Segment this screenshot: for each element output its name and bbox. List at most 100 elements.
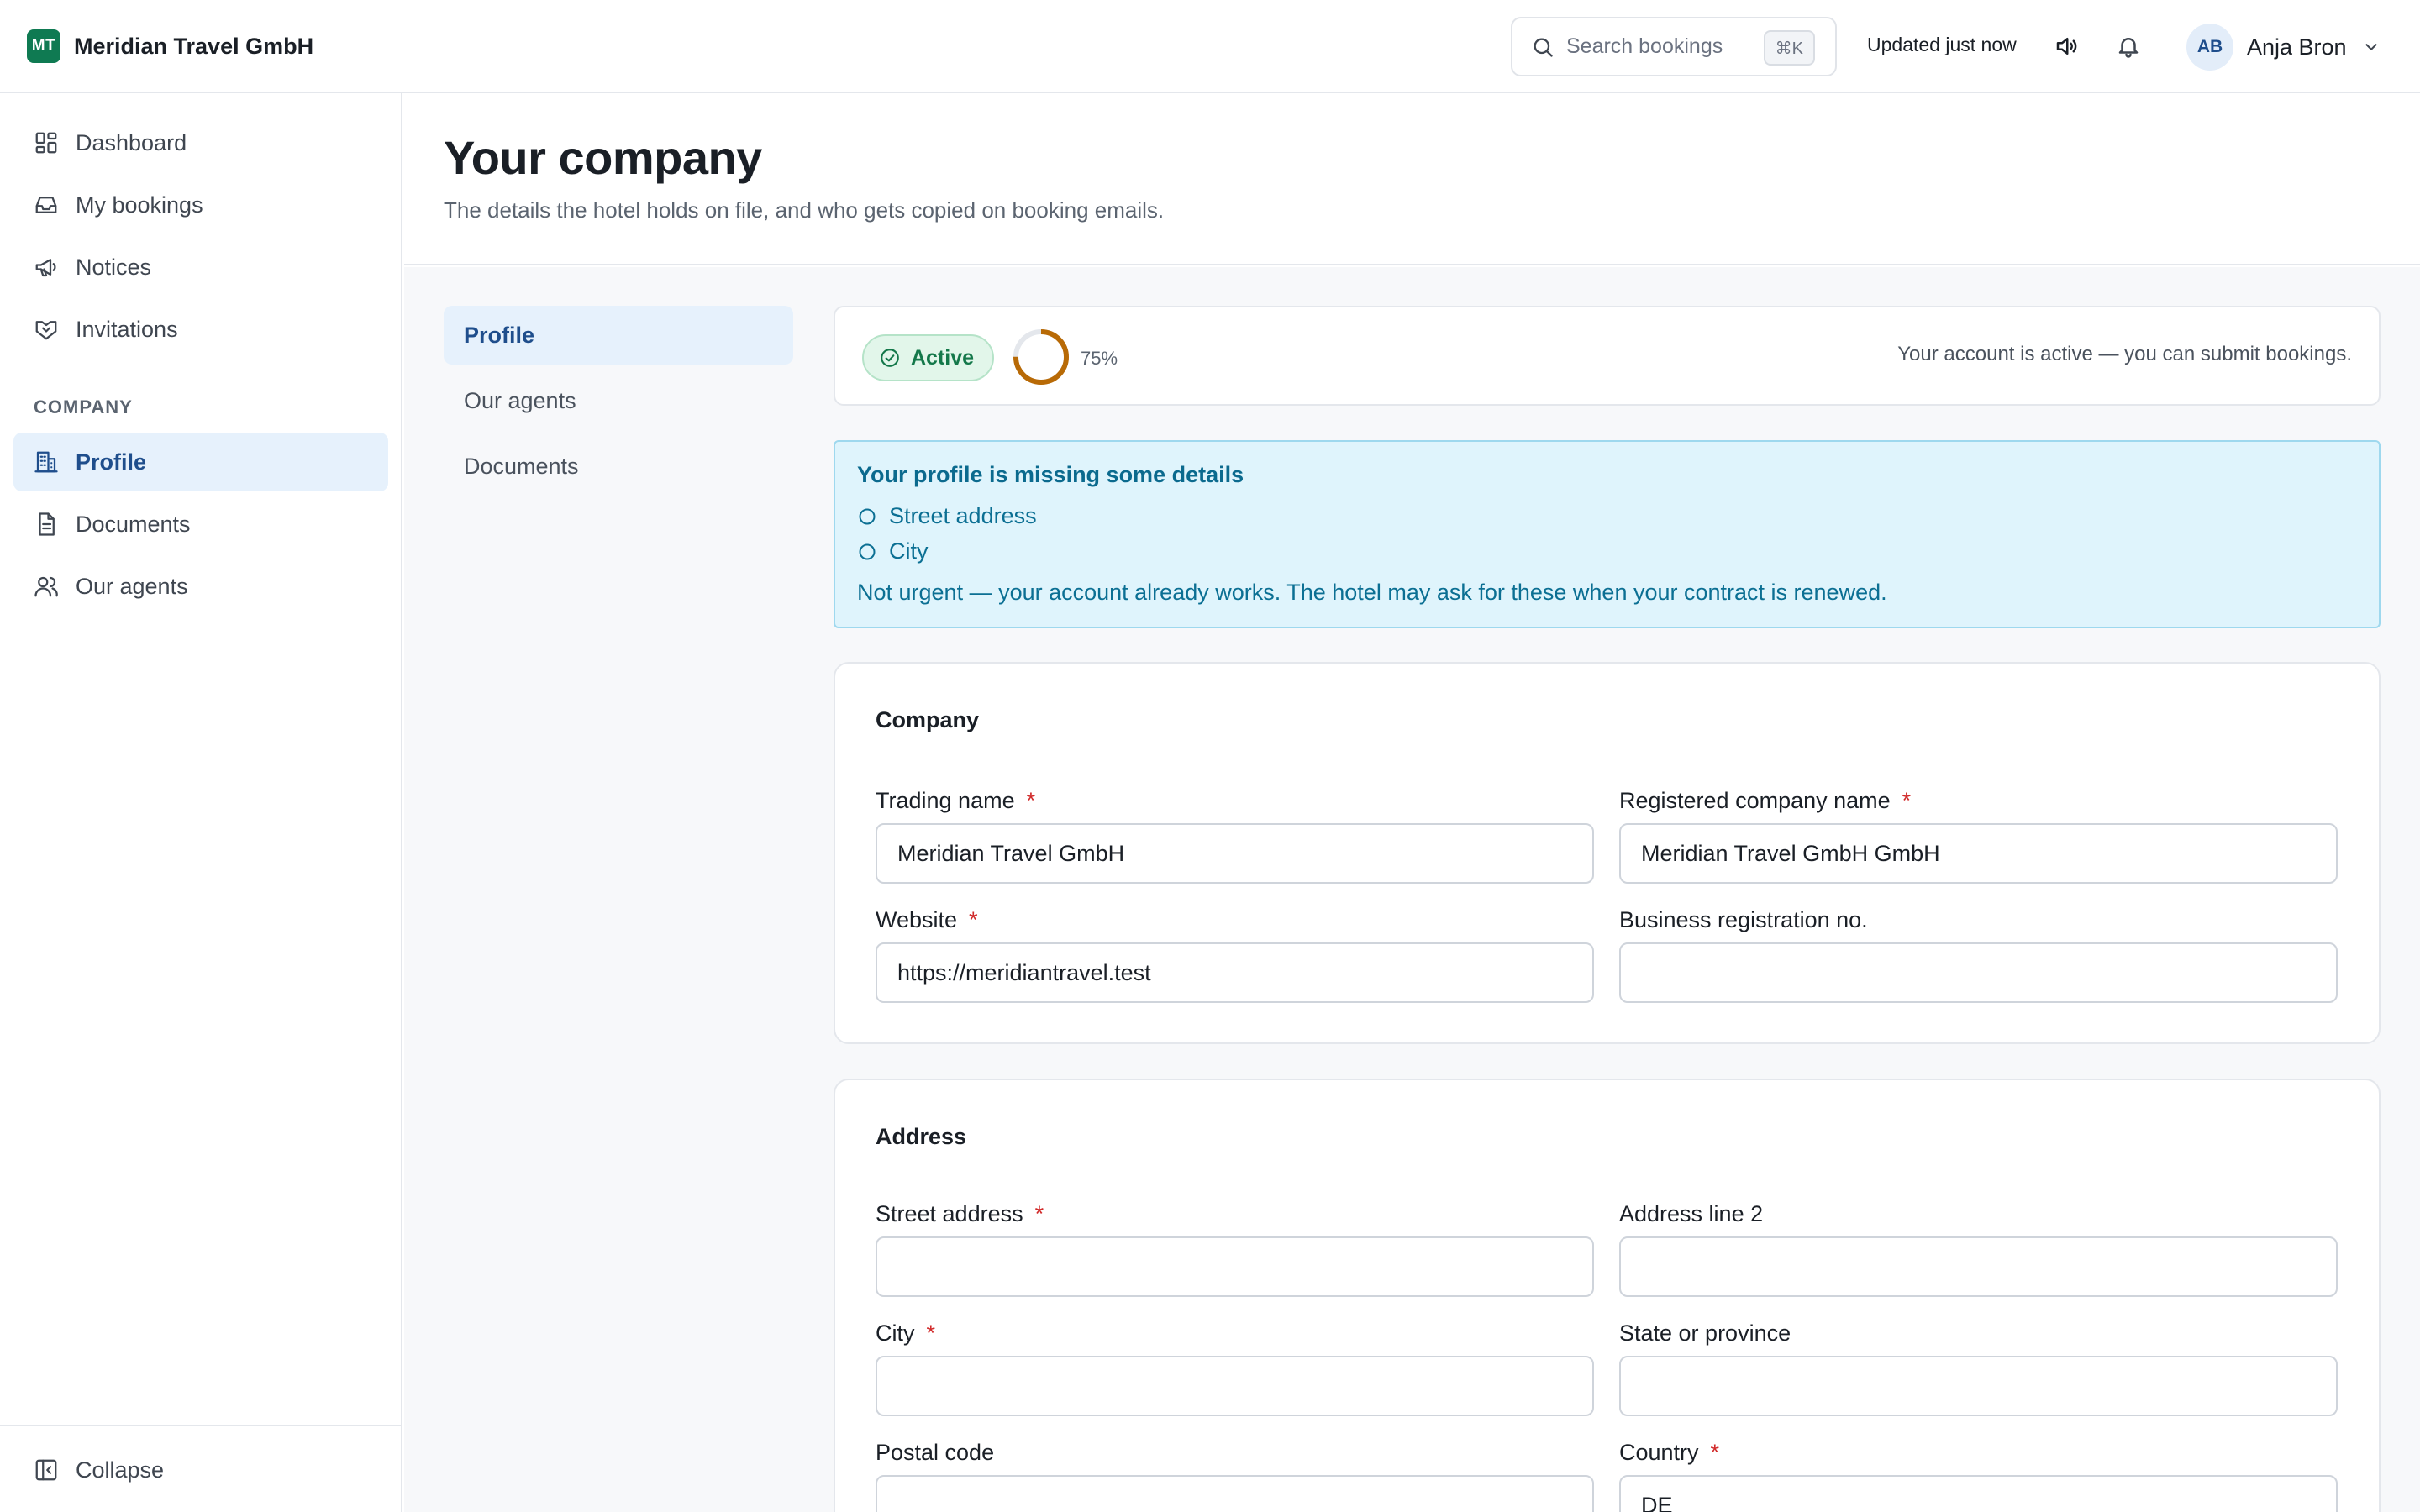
address-line-2-input[interactable] — [1619, 1236, 2338, 1297]
building-icon — [34, 449, 59, 475]
page-header: Your company The details the hotel holds… — [404, 93, 2420, 265]
alert-item-city: City — [857, 538, 929, 564]
state-input[interactable] — [1619, 1356, 2338, 1416]
subnav-tab-our-agents[interactable]: Our agents — [444, 371, 793, 430]
field-label-text: Address line 2 — [1619, 1201, 1764, 1226]
bell-icon — [2116, 34, 2141, 59]
sidebar-item-label: Profile — [76, 449, 147, 475]
progress-percent: 75% — [1081, 348, 1118, 369]
street-address-input[interactable] — [876, 1236, 1594, 1297]
alert-footer: Not urgent — your account already works.… — [857, 580, 1887, 605]
sidebar-item-notices[interactable]: Notices — [13, 238, 388, 297]
profile-completion: 75% — [1012, 328, 1118, 386]
sidebar-item-our-agents[interactable]: Our agents — [13, 557, 388, 616]
registered-name-input[interactable] — [1619, 823, 2338, 884]
state-label: State or province — [1619, 1320, 1791, 1347]
field-label-text: State or province — [1619, 1320, 1791, 1346]
status-badge: Active — [862, 334, 995, 381]
avatar: AB — [2186, 24, 2233, 71]
notifications-button[interactable] — [2112, 30, 2144, 62]
circle-icon — [857, 542, 877, 562]
brand[interactable]: MT Meridian Travel GmbH — [27, 29, 313, 63]
page-title: Your company — [444, 131, 762, 184]
dashboard-icon — [34, 130, 59, 155]
handshake-icon — [34, 317, 59, 342]
sidebar-item-my-bookings[interactable]: My bookings — [13, 176, 388, 234]
main-content: Profile Our agents Documents Active 75% … — [404, 267, 2420, 1512]
speaker-icon — [2054, 34, 2079, 59]
city-label: City * — [876, 1320, 935, 1347]
address-line-2-label: Address line 2 — [1619, 1201, 1763, 1227]
card-title-address: Address — [876, 1124, 967, 1149]
alert-title: Your profile is missing some details — [857, 462, 1244, 487]
search-shortcut: ⌘K — [1763, 30, 1815, 66]
field-label-text: Country — [1619, 1440, 1699, 1465]
sidebar-item-profile[interactable]: Profile — [13, 433, 388, 491]
search-placeholder: Search bookings — [1566, 34, 1723, 58]
address-card: Address Street address * Address line 2 C… — [834, 1079, 2381, 1512]
brand-logo: MT — [27, 29, 60, 63]
inbox-icon — [34, 192, 59, 218]
alert-item-label: City — [889, 538, 929, 564]
account-status-card: Active 75% Your account is active — you … — [834, 306, 2381, 406]
circle-icon — [857, 507, 877, 527]
alert-item-street-address: Street address — [857, 503, 1037, 529]
company-name: Meridian Travel GmbH — [74, 33, 314, 59]
chevron-down-icon — [2362, 38, 2381, 56]
sidebar-item-documents[interactable]: Documents — [13, 495, 388, 554]
trading-name-input[interactable] — [876, 823, 1594, 884]
field-label-text: Website — [876, 907, 958, 932]
document-icon — [34, 512, 59, 537]
sidebar-item-label: Dashboard — [76, 129, 187, 155]
sidebar-item-label: Invitations — [76, 316, 178, 342]
status-message: Your account is active — you can submit … — [1897, 343, 2352, 365]
trading-name-label: Trading name * — [876, 788, 1035, 814]
subnav-tab-documents[interactable]: Documents — [444, 437, 793, 496]
website-input[interactable] — [876, 942, 1594, 1003]
field-label-text: Registered company name — [1619, 788, 1891, 813]
required-marker: * — [1710, 1440, 1720, 1465]
field-label-text: Business registration no. — [1619, 907, 1868, 932]
collapse-label: Collapse — [76, 1457, 165, 1483]
required-marker: * — [1902, 788, 1912, 813]
city-input[interactable] — [876, 1356, 1594, 1416]
users-icon — [34, 574, 59, 599]
check-circle-icon — [879, 347, 901, 369]
postal-code-input[interactable] — [876, 1475, 1594, 1512]
sidebar-item-label: My bookings — [76, 192, 203, 218]
website-label: Website * — [876, 907, 978, 933]
collapse-button[interactable]: Collapse — [13, 1441, 388, 1499]
registered-name-label: Registered company name * — [1619, 788, 1911, 814]
collapse-icon — [34, 1457, 59, 1483]
missing-details-alert: Your profile is missing some details Str… — [834, 440, 2381, 628]
street-address-label: Street address * — [876, 1201, 1044, 1227]
section-label-company: COMPANY — [34, 396, 133, 417]
user-name: Anja Bron — [2247, 34, 2347, 60]
user-menu[interactable]: AB Anja Bron — [2186, 24, 2381, 71]
registration-no-input[interactable] — [1619, 942, 2338, 1003]
sidebar-item-label: Documents — [76, 511, 191, 537]
required-marker: * — [926, 1320, 936, 1346]
page-subtitle: The details the hotel holds on file, and… — [444, 197, 1165, 223]
top-bar: MT Meridian Travel GmbH Search bookings … — [0, 0, 2420, 93]
search-input[interactable]: Search bookings ⌘K — [1511, 17, 1837, 76]
field-label-text: City — [876, 1320, 915, 1346]
card-title-company: Company — [876, 707, 980, 732]
field-label-text: Street address — [876, 1201, 1023, 1226]
progress-ring — [1013, 329, 1069, 385]
status-badge-label: Active — [911, 345, 975, 370]
megaphone-icon — [34, 255, 59, 280]
sidebar: Dashboard My bookings Notices Invitation… — [0, 93, 402, 1512]
sound-button[interactable] — [2050, 30, 2082, 62]
sidebar-item-label: Our agents — [76, 573, 188, 599]
country-input[interactable] — [1619, 1475, 2338, 1512]
registration-no-label: Business registration no. — [1619, 907, 1868, 933]
country-label: Country * — [1619, 1440, 1719, 1466]
sidebar-item-dashboard[interactable]: Dashboard — [13, 113, 388, 172]
field-label-text: Postal code — [876, 1440, 995, 1465]
field-label-text: Trading name — [876, 788, 1015, 813]
alert-item-label: Street address — [889, 503, 1037, 528]
search-icon — [1531, 35, 1555, 59]
subnav-tab-profile[interactable]: Profile — [444, 306, 793, 365]
sidebar-item-invitations[interactable]: Invitations — [13, 300, 388, 359]
